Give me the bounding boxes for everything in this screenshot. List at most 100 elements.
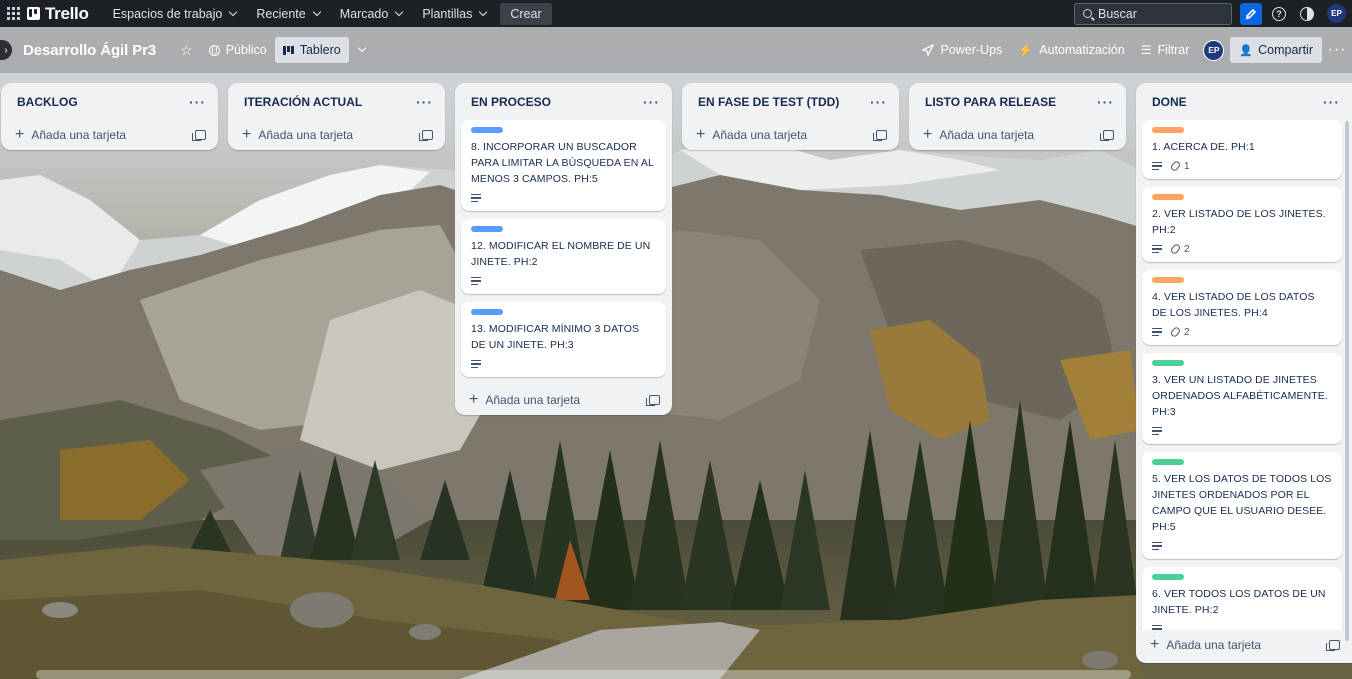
list-title[interactable]: EN PROCESO [471,95,551,109]
list-scrollbar[interactable] [1345,121,1349,641]
card[interactable]: 8. INCORPORAR UN BUSCADOR PARA LIMITAR L… [461,120,666,211]
nav-recent[interactable]: Reciente [246,0,329,27]
add-card-button[interactable]: + Añada una tarjeta [228,120,445,150]
chevron-down-icon [312,7,321,16]
card-list: 1. ACERCA DE. PH:1 1 2. VER LISTADO DE L… [1136,120,1352,630]
list-listo-para-release: LISTO PARA RELEASE ··· + Añada una tarjet… [909,83,1126,150]
card-template-icon[interactable] [1100,130,1114,141]
card-label-green[interactable] [1152,360,1184,366]
board-view-label: Tablero [299,43,341,57]
card-label-blue[interactable] [471,127,503,133]
attachments-badge: 1 [1169,159,1190,173]
card-title: 6. VER TODOS LOS DATOS DE UN JINETE. PH:… [1152,588,1326,616]
list-title[interactable]: DONE [1152,95,1187,109]
notifications-button[interactable] [1240,2,1262,25]
card[interactable]: 2. VER LISTADO DE LOS JINETES. PH:2 2 [1142,187,1342,262]
chevron-down-icon [357,43,366,53]
board-horizontal-scrollbar[interactable] [36,670,1131,679]
board-member-avatar[interactable]: EP [1203,39,1225,61]
card-template-icon[interactable] [419,130,433,141]
add-card-button[interactable]: + Añada una tarjeta [1,120,218,150]
list-menu-icon[interactable]: ··· [1323,95,1344,109]
nav-templates-label: Plantillas [422,6,473,21]
add-card-button[interactable]: + Añada una tarjeta [909,120,1126,150]
create-button[interactable]: Crear [500,2,552,25]
list-menu-icon[interactable]: ··· [416,95,437,109]
card-badges [1152,539,1332,553]
card-badges [1152,622,1332,630]
board-view-button[interactable]: Tablero [274,37,349,63]
card-list: 8. INCORPORAR UN BUSCADOR PARA LIMITAR L… [455,120,672,377]
share-button[interactable]: 👤 Compartir [1230,37,1322,63]
filter-button[interactable]: ☰ Filtrar [1133,37,1198,63]
description-icon [1152,541,1162,551]
automation-button[interactable]: ⚡ Automatización [1010,37,1132,63]
list-header[interactable]: ITERACIÓN ACTUAL ··· [228,83,445,120]
list-menu-icon[interactable]: ··· [870,95,891,109]
list-header[interactable]: BACKLOG ··· [1,83,218,120]
card-label-orange[interactable] [1152,277,1184,283]
list-menu-icon[interactable]: ··· [643,95,664,109]
user-avatar[interactable]: EP [1327,4,1346,23]
list-header[interactable]: DONE ··· [1136,83,1352,120]
card-label-green[interactable] [1152,459,1184,465]
list-title[interactable]: EN FASE DE TEST (TDD) [698,95,839,109]
add-card-button[interactable]: + Añada una tarjeta [1136,630,1352,660]
add-card-button[interactable]: + Añada una tarjeta [455,385,672,415]
add-card-button[interactable]: + Añada una tarjeta [682,120,899,150]
plus-icon: + [696,126,706,143]
list-title[interactable]: LISTO PARA RELEASE [925,95,1056,109]
sidebar-toggle-button[interactable]: › [0,40,12,60]
list-title[interactable]: BACKLOG [17,95,78,109]
card-template-icon[interactable] [646,395,660,406]
list-header[interactable]: LISTO PARA RELEASE ··· [909,83,1126,120]
card[interactable]: 3. VER UN LISTADO DE JINETES ORDENADOS A… [1142,353,1342,444]
card-label-blue[interactable] [471,226,503,232]
nav-templates[interactable]: Plantillas [412,0,496,27]
description-icon [471,359,481,369]
help-button[interactable]: ? [1268,3,1290,25]
nav-starred[interactable]: Marcado [330,0,413,27]
card-template-icon[interactable] [873,130,887,141]
star-board-button[interactable]: ☆ [172,37,201,63]
card[interactable]: 6. VER TODOS LOS DATOS DE UN JINETE. PH:… [1142,567,1342,630]
add-card-label: Añada una tarjeta [712,128,808,142]
card[interactable]: 4. VER LISTADO DE LOS DATOS DE LOS JINET… [1142,270,1342,345]
card-label-blue[interactable] [471,309,503,315]
list-header[interactable]: EN PROCESO ··· [455,83,672,120]
attachments-count: 1 [1184,160,1190,172]
app-switcher-icon[interactable] [0,0,27,27]
attachments-badge: 2 [1169,242,1190,256]
visibility-button[interactable]: Público [201,37,275,63]
list-header[interactable]: EN FASE DE TEST (TDD) ··· [682,83,899,120]
card[interactable]: 5. VER LOS DATOS DE TODOS LOS JINETES OR… [1142,452,1342,559]
card-template-icon[interactable] [1326,640,1340,651]
add-card-label: Añada una tarjeta [1166,638,1262,652]
board-title[interactable]: Desarrollo Ágil Pr3 [23,42,156,59]
view-switcher-button[interactable] [349,37,373,63]
share-label: Compartir [1258,43,1313,57]
powerups-button[interactable]: Power-Ups [914,37,1010,63]
card-title: 4. VER LISTADO DE LOS DATOS DE LOS JINET… [1152,291,1315,319]
paperclip-icon [1169,325,1182,339]
list-en-proceso: EN PROCESO ··· 8. INCORPORAR UN BUSCADOR… [455,83,672,415]
nav-workspaces[interactable]: Espacios de trabajo [103,0,247,27]
list-menu-icon[interactable]: ··· [1097,95,1118,109]
card-badges [471,274,656,288]
card[interactable]: 12. MODIFICAR EL NOMBRE DE UN JINETE. PH… [461,219,666,294]
list-menu-icon[interactable]: ··· [189,95,210,109]
board-menu-button[interactable]: ··· [1322,41,1352,59]
card-template-icon[interactable] [192,130,206,141]
search-input[interactable]: Buscar [1074,2,1232,25]
attachments-count: 2 [1184,326,1190,338]
lightning-icon: ⚡ [1018,43,1034,57]
rocket-icon [922,44,935,56]
trello-logo[interactable]: Trello [27,4,89,24]
card-label-green[interactable] [1152,574,1184,580]
card-label-orange[interactable] [1152,194,1184,200]
list-title[interactable]: ITERACIÓN ACTUAL [244,95,362,109]
card[interactable]: 13. MODIFICAR MÍNIMO 3 DATOS DE UN JINET… [461,302,666,377]
card-label-orange[interactable] [1152,127,1184,133]
theme-button[interactable] [1296,3,1318,25]
card[interactable]: 1. ACERCA DE. PH:1 1 [1142,120,1342,179]
